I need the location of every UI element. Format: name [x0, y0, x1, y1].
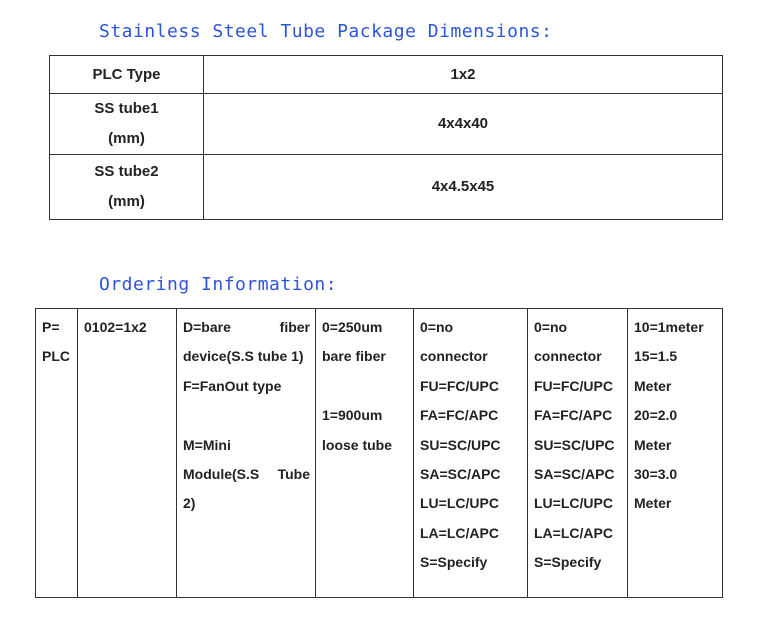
cell-line: S=Specify: [534, 554, 602, 571]
cell-line: S=Specify: [420, 554, 488, 571]
order-col-plc: P= PLC: [35, 308, 78, 598]
package-dimensions-table: PLC Type 1x2 SS tube1 (mm) 4x4x40 SS tub…: [49, 55, 723, 220]
cell-line: LU=LC/UPC: [534, 495, 613, 512]
label-line: SS tube2: [94, 163, 159, 180]
cell-line: device(S.S tube 1): [183, 348, 304, 365]
cell-line: Meter: [634, 495, 672, 512]
cell-line: SU=SC/UPC: [420, 436, 501, 453]
ss-tube1-value: 4x4x40: [203, 93, 723, 155]
cell-line: LA=LC/APC: [420, 524, 499, 541]
cell-line: FU=FC/UPC: [420, 377, 499, 394]
cell-line: LA=LC/APC: [534, 524, 613, 541]
cell-line: 0=no: [534, 319, 568, 335]
cell-line: [183, 401, 310, 430]
cell-line: LU=LC/UPC: [420, 495, 499, 512]
label-line: (mm): [108, 193, 145, 210]
cell-line: bare fiber: [322, 348, 386, 365]
table-row: SS tube2 (mm) 4x4.5x45: [49, 154, 723, 220]
cell-line: [322, 372, 408, 401]
cell-line: P=: [42, 319, 60, 335]
cell-line: FA=FC/APC: [420, 407, 499, 424]
package-dimensions-heading: Stainless Steel Tube Package Dimensions:: [99, 21, 553, 42]
table-row: P= PLC 0102=1x2 D=bare fiber device(S.S tub…: [35, 308, 723, 598]
order-col-input-connector: 0=no connector FU=FC/UPC FA=FC/APC SU=SC/UPC…: [413, 308, 528, 598]
cell-line: loose tube: [322, 436, 393, 453]
cell-line: 15=1.5: [634, 348, 678, 365]
cell-line: F=FanOut type: [183, 377, 282, 394]
order-col-port-config: 0102=1x2: [77, 308, 177, 598]
plc-type-label: PLC Type: [49, 55, 204, 94]
ss-tube1-label: SS tube1 (mm): [49, 93, 204, 155]
label-line: PLC Type: [92, 65, 161, 83]
cell-line: SA=SC/APC: [534, 466, 615, 483]
ordering-information-table: P= PLC 0102=1x2 D=bare fiber device(S.S tub…: [35, 308, 723, 598]
cell-line-part: D=bare: [183, 319, 231, 335]
order-col-fiber-length: 10=1meter 15=1.5 Meter 20=2.0 Meter 30=3.0 Met…: [627, 308, 723, 598]
cell-line: 1=900um: [322, 407, 383, 424]
ss-tube2-label: SS tube2 (mm): [49, 154, 204, 220]
order-col-device-type: D=bare fiber device(S.S tube 1) F=FanOut ty…: [176, 308, 316, 598]
cell-line: 10=1meter: [634, 319, 704, 335]
cell-line: SA=SC/APC: [420, 466, 501, 483]
cell-line: FU=FC/UPC: [534, 377, 613, 394]
cell-line: 0102=1x2: [84, 319, 147, 335]
cell-line: 0=250um: [322, 319, 383, 335]
order-col-output-connector: 0=no connector FU=FC/UPC FA=FC/APC SU=SC/UPC…: [527, 308, 628, 598]
cell-line-part: Module(S.S: [183, 466, 260, 483]
cell-line: 30=3.0: [634, 466, 678, 483]
cell-line-part: fiber: [279, 319, 310, 335]
cell-line: D=bare fiber: [183, 313, 310, 342]
table-row: SS tube1 (mm) 4x4x40: [49, 93, 723, 155]
cell-line: 2): [183, 495, 196, 512]
table-row: PLC Type 1x2: [49, 55, 723, 94]
cell-line: FA=FC/APC: [534, 407, 613, 424]
cell-line: Module(S.S Tube: [183, 460, 310, 489]
cell-line: PLC: [42, 348, 70, 365]
cell-line: Meter: [634, 377, 672, 394]
cell-line-part: Tube: [277, 466, 310, 483]
ss-tube2-value: 4x4.5x45: [203, 154, 723, 220]
label-line: SS tube1: [94, 100, 159, 117]
cell-line: 0=no: [420, 319, 454, 335]
order-col-fiber-type: 0=250um bare fiber 1=900um loose tube: [315, 308, 414, 598]
ordering-information-heading: Ordering Information:: [99, 274, 338, 295]
cell-line: M=Mini: [183, 436, 231, 453]
plc-type-value: 1x2: [203, 55, 723, 94]
label-line: (mm): [108, 130, 145, 147]
cell-line: SU=SC/UPC: [534, 436, 615, 453]
cell-line: connector: [534, 348, 602, 365]
cell-line: 20=2.0: [634, 407, 678, 424]
cell-line: Meter: [634, 436, 672, 453]
cell-line: connector: [420, 348, 488, 365]
